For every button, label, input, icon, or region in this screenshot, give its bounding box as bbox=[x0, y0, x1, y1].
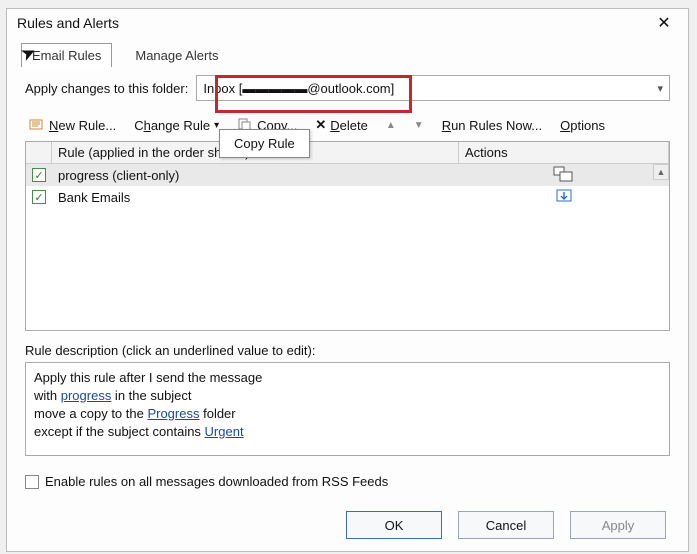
rss-row: ✓ Enable rules on all messages downloade… bbox=[25, 474, 670, 489]
table-row[interactable]: ✓ Bank Emails bbox=[26, 186, 669, 208]
rss-checkbox[interactable]: ✓ bbox=[25, 475, 39, 489]
new-rule-button[interactable]: New Rule... bbox=[25, 115, 120, 135]
folder-select[interactable]: Inbox [▬▬▬▬▬@outlook.com] ▾ bbox=[196, 75, 670, 101]
row-rule-name: Bank Emails bbox=[52, 190, 459, 205]
table-row[interactable]: ✓ progress (client-only) bbox=[26, 164, 669, 186]
desc-link-urgent[interactable]: Urgent bbox=[205, 424, 244, 439]
copy-to-folder-icon bbox=[552, 166, 576, 185]
folder-value: Inbox [▬▬▬▬▬@outlook.com] bbox=[203, 81, 394, 96]
checkmark-icon: ✓ bbox=[32, 190, 46, 204]
desc-link-folder[interactable]: Progress bbox=[147, 406, 199, 421]
tab-strip: Email Rules Manage Alerts bbox=[7, 37, 688, 67]
desc-line-3: move a copy to the Progress folder bbox=[34, 405, 661, 423]
desc-line-1: Apply this rule after I send the message bbox=[34, 369, 661, 387]
ok-button[interactable]: OK bbox=[346, 511, 442, 539]
move-to-folder-icon bbox=[554, 188, 574, 207]
rss-label: Enable rules on all messages downloaded … bbox=[45, 474, 388, 489]
dialog-content: Apply changes to this folder: Inbox [▬▬▬… bbox=[7, 67, 688, 501]
close-icon: ✕ bbox=[657, 13, 670, 33]
chevron-down-icon: ▾ bbox=[657, 82, 663, 95]
desc-line-4: except if the subject contains Urgent bbox=[34, 423, 661, 441]
rules-and-alerts-dialog: Rules and Alerts ✕ ➤ Email Rules Manage … bbox=[6, 8, 689, 552]
rules-grid: Rule (applied in the order shown) Action… bbox=[25, 141, 670, 331]
grid-body: ▲ ✓ progress (client-only) ✓ bbox=[26, 164, 669, 330]
description-box: Apply this rule after I send the message… bbox=[25, 362, 670, 456]
folder-row: Apply changes to this folder: Inbox [▬▬▬… bbox=[25, 75, 670, 101]
header-checkbox-col bbox=[26, 142, 52, 163]
copy-rule-tooltip: Copy Rule bbox=[219, 129, 310, 158]
row-checkbox[interactable]: ✓ bbox=[26, 190, 52, 204]
header-actions[interactable]: Actions bbox=[459, 142, 669, 163]
checkmark-icon: ✓ bbox=[32, 168, 46, 182]
row-rule-name: progress (client-only) bbox=[52, 168, 459, 183]
tab-manage-alerts[interactable]: Manage Alerts bbox=[124, 43, 229, 67]
close-button[interactable]: ✕ bbox=[646, 10, 682, 36]
apply-button[interactable]: Apply bbox=[570, 511, 666, 539]
tab-email-rules[interactable]: Email Rules bbox=[21, 43, 112, 67]
description-label: Rule description (click an underlined va… bbox=[25, 343, 670, 358]
move-up-button[interactable]: ▲ bbox=[382, 118, 400, 133]
titlebar: Rules and Alerts ✕ bbox=[7, 9, 688, 37]
toolbar: New Rule... Change Rule ▾ Copy... ✕ Dele… bbox=[25, 111, 670, 141]
row-action-icon bbox=[459, 188, 669, 207]
new-rule-icon bbox=[29, 117, 45, 133]
options-button[interactable]: Options bbox=[556, 116, 609, 135]
folder-label: Apply changes to this folder: bbox=[25, 81, 188, 96]
delete-button[interactable]: ✕ Delete bbox=[311, 115, 372, 135]
row-action-icon bbox=[459, 166, 669, 185]
scroll-up-button[interactable]: ▲ bbox=[653, 164, 669, 180]
row-checkbox[interactable]: ✓ bbox=[26, 168, 52, 182]
window-title: Rules and Alerts bbox=[17, 15, 119, 31]
run-rules-now-button[interactable]: Run Rules Now... bbox=[438, 116, 546, 135]
move-down-button[interactable]: ▼ bbox=[410, 118, 428, 133]
desc-line-2: with progress in the subject bbox=[34, 387, 661, 405]
dialog-footer: OK Cancel Apply bbox=[7, 501, 688, 551]
change-rule-button[interactable]: Change Rule ▾ bbox=[130, 116, 223, 135]
grid-header: Rule (applied in the order shown) Action… bbox=[26, 142, 669, 164]
delete-icon: ✕ bbox=[315, 117, 326, 133]
cancel-button[interactable]: Cancel bbox=[458, 511, 554, 539]
desc-link-progress[interactable]: progress bbox=[61, 388, 112, 403]
